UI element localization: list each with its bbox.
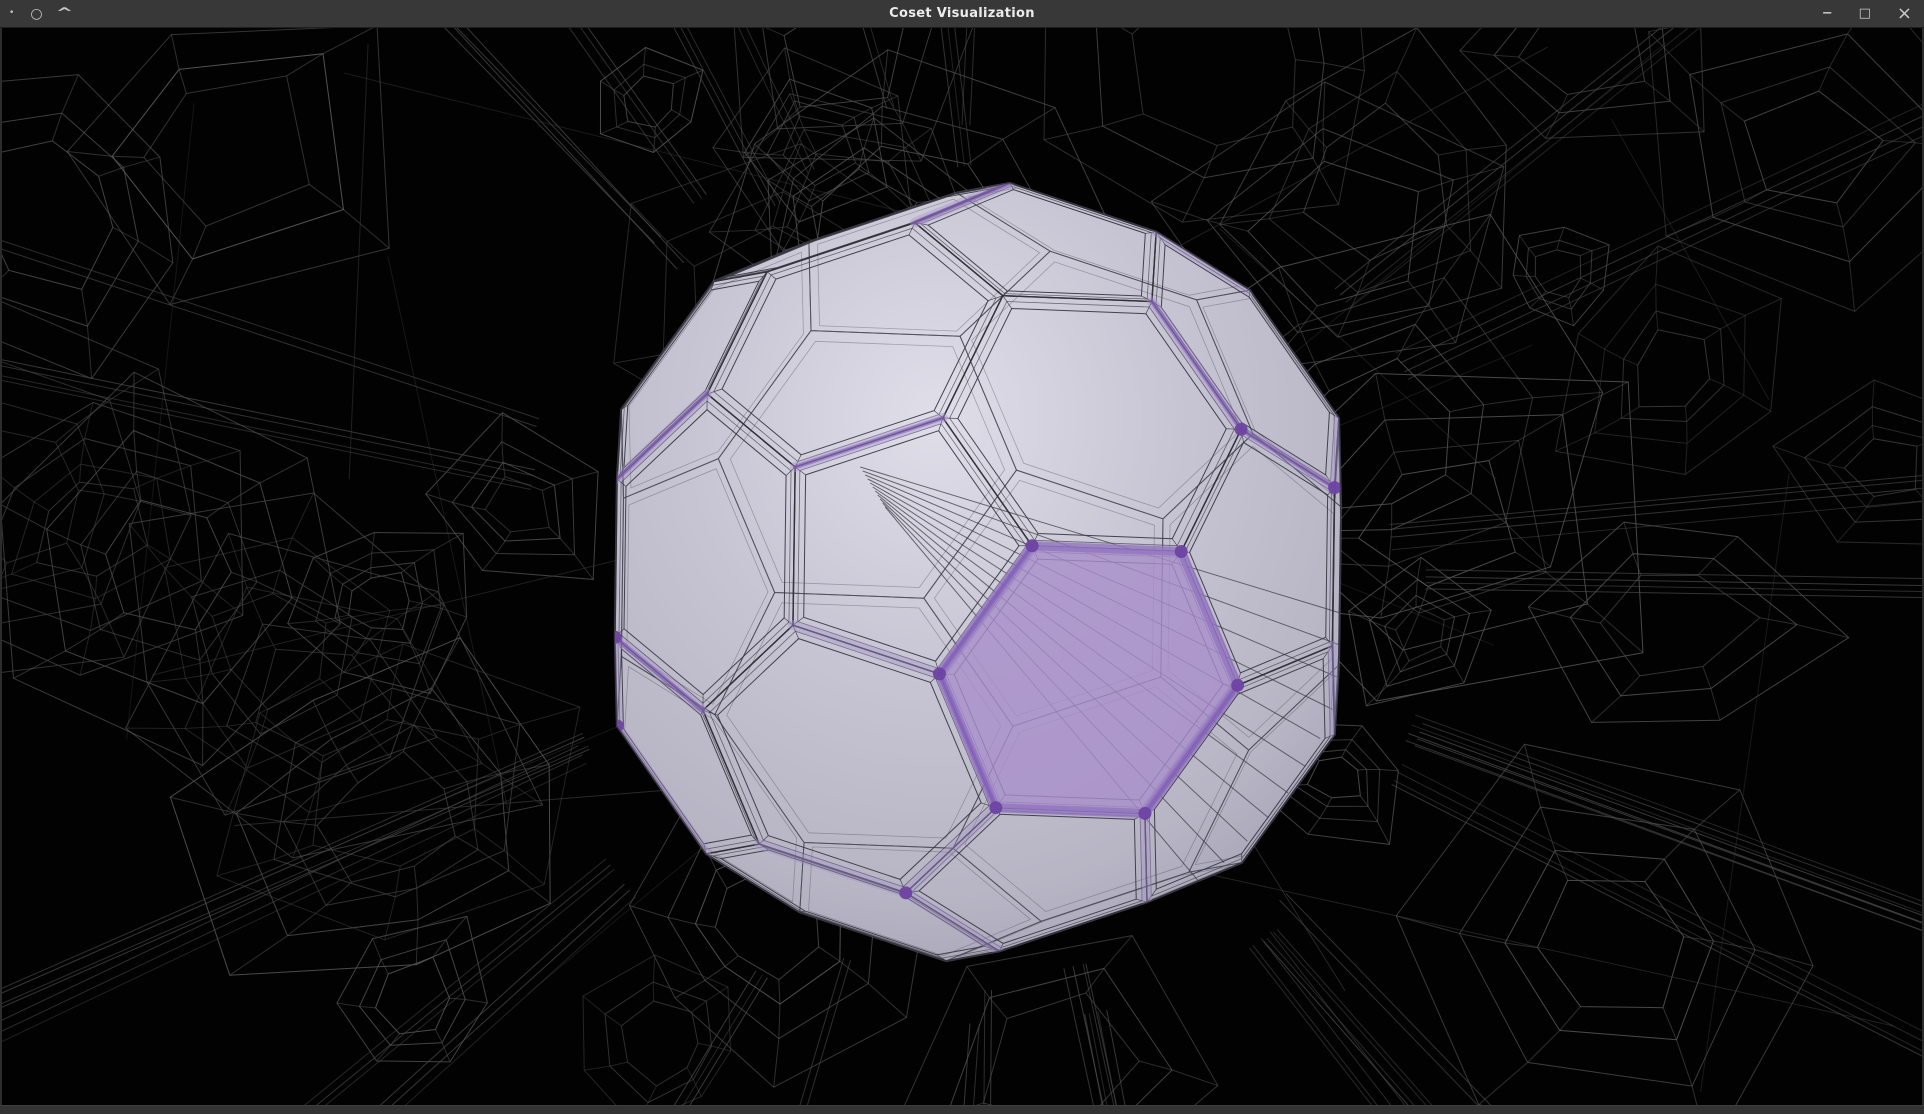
- titlebar-left-controls: • ○ ^: [9, 0, 69, 27]
- caret-up-icon[interactable]: ^: [55, 7, 72, 20]
- record-circle-icon[interactable]: ○: [30, 7, 42, 21]
- titlebar-right-controls: − □ ×: [1822, 0, 1912, 27]
- coset-3d-scene: [2, 27, 1922, 1106]
- window-bottom-border: [0, 1105, 1924, 1114]
- menu-dot-icon[interactable]: •: [9, 9, 14, 18]
- maximize-button[interactable]: □: [1859, 7, 1871, 20]
- minimize-button[interactable]: −: [1822, 7, 1833, 20]
- close-button[interactable]: ×: [1897, 5, 1912, 23]
- titlebar[interactable]: • ○ ^ Coset Visualization − □ ×: [0, 0, 1924, 28]
- app-window: • ○ ^ Coset Visualization − □ ×: [0, 0, 1924, 1114]
- window-title: Coset Visualization: [0, 0, 1924, 27]
- viewport-3d[interactable]: [0, 27, 1924, 1106]
